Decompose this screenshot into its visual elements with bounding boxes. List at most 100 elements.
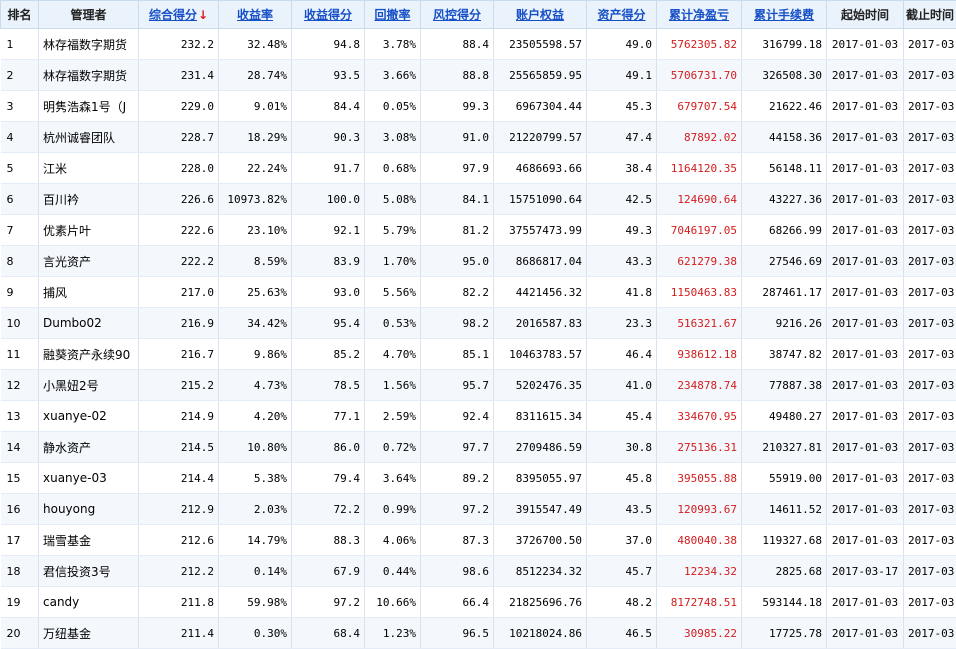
cell-composite-score: 216.9	[139, 308, 219, 339]
column-header-label[interactable]: 综合得分	[149, 8, 197, 22]
column-header-cumulative-pnl[interactable]: 累计净盈亏	[657, 1, 742, 29]
column-header-drawdown-rate[interactable]: 回撤率	[365, 1, 421, 29]
column-header-return-rate[interactable]: 收益率	[219, 1, 292, 29]
cell-drawdown-rate: 0.99%	[365, 494, 421, 525]
column-header-label[interactable]: 回撤率	[374, 8, 410, 22]
cell-drawdown-rate: 4.70%	[365, 339, 421, 370]
sort-desc-arrow-icon[interactable]: ↓	[198, 8, 208, 22]
cell-cumulative-fees: 27546.69	[742, 246, 827, 277]
cell-return-rate: 32.48%	[219, 29, 292, 60]
cell-cumulative-pnl: 7046197.05	[657, 215, 742, 246]
cell-cumulative-pnl: 87892.02	[657, 122, 742, 153]
cell-start-time: 2017-01-03	[827, 401, 904, 432]
cell-manager: Dumbo02	[39, 308, 139, 339]
column-header-label: 管理者	[70, 8, 106, 22]
cell-start-time: 2017-01-03	[827, 60, 904, 91]
cell-return-score: 93.0	[292, 277, 365, 308]
cell-return-rate: 2.03%	[219, 494, 292, 525]
cell-return-score: 92.1	[292, 215, 365, 246]
cell-cumulative-fees: 9216.26	[742, 308, 827, 339]
column-header-risk-score[interactable]: 风控得分	[421, 1, 494, 29]
ranking-table: 排名 管理者 综合得分↓ 收益率 收益得分 回撤率 风控得分 账户权益 资产得分 累计净盈亏 累计手…	[0, 0, 956, 649]
cell-asset-score: 49.0	[587, 29, 657, 60]
cell-account-equity: 4686693.66	[494, 153, 587, 184]
cell-return-rate: 25.63%	[219, 277, 292, 308]
cell-risk-score: 96.5	[421, 618, 494, 649]
cell-account-equity: 2016587.83	[494, 308, 587, 339]
column-header-account-equity[interactable]: 账户权益	[494, 1, 587, 29]
cell-risk-score: 99.3	[421, 91, 494, 122]
cell-return-rate: 18.29%	[219, 122, 292, 153]
cell-manager: 言光资产	[39, 246, 139, 277]
cell-drawdown-rate: 0.05%	[365, 91, 421, 122]
cell-cumulative-pnl: 516321.67	[657, 308, 742, 339]
cell-cumulative-pnl: 30985.22	[657, 618, 742, 649]
cell-composite-score: 211.8	[139, 587, 219, 618]
cell-end-time: 2017-03-24	[904, 184, 956, 215]
cell-cumulative-pnl: 12234.32	[657, 556, 742, 587]
cell-end-time: 2017-03-24	[904, 339, 956, 370]
cell-return-score: 68.4	[292, 618, 365, 649]
column-header-cumulative-fees[interactable]: 累计手续费	[742, 1, 827, 29]
column-header-label[interactable]: 收益率	[237, 8, 273, 22]
cell-start-time: 2017-01-03	[827, 29, 904, 60]
cell-rank: 4	[1, 122, 39, 153]
cell-asset-score: 48.2	[587, 587, 657, 618]
column-header-return-score[interactable]: 收益得分	[292, 1, 365, 29]
cell-start-time: 2017-01-03	[827, 91, 904, 122]
cell-account-equity: 21220799.57	[494, 122, 587, 153]
cell-end-time: 2017-03-24	[904, 91, 956, 122]
table-row: 14静水资产214.510.80%86.00.72%97.72709486.59…	[1, 432, 956, 463]
cell-asset-score: 38.4	[587, 153, 657, 184]
cell-composite-score: 215.2	[139, 370, 219, 401]
table-row: 13xuanye-02214.94.20%77.12.59%92.4831161…	[1, 401, 956, 432]
column-header-label[interactable]: 收益得分	[304, 8, 352, 22]
cell-risk-score: 88.4	[421, 29, 494, 60]
cell-return-score: 78.5	[292, 370, 365, 401]
cell-manager: 万纽基金	[39, 618, 139, 649]
cell-start-time: 2017-01-03	[827, 215, 904, 246]
cell-risk-score: 98.6	[421, 556, 494, 587]
cell-asset-score: 23.3	[587, 308, 657, 339]
cell-rank: 7	[1, 215, 39, 246]
cell-cumulative-pnl: 938612.18	[657, 339, 742, 370]
cell-asset-score: 47.4	[587, 122, 657, 153]
cell-rank: 17	[1, 525, 39, 556]
table-row: 10Dumbo02216.934.42%95.40.53%98.22016587…	[1, 308, 956, 339]
cell-risk-score: 95.7	[421, 370, 494, 401]
column-header-asset-score[interactable]: 资产得分	[587, 1, 657, 29]
cell-cumulative-fees: 44158.36	[742, 122, 827, 153]
cell-start-time: 2017-01-03	[827, 122, 904, 153]
cell-risk-score: 97.2	[421, 494, 494, 525]
column-header-label[interactable]: 累计手续费	[754, 8, 814, 22]
column-header-label[interactable]: 资产得分	[597, 8, 645, 22]
cell-account-equity: 10463783.57	[494, 339, 587, 370]
column-header-rank: 排名	[1, 1, 39, 29]
cell-cumulative-fees: 593144.18	[742, 587, 827, 618]
cell-start-time: 2017-01-03	[827, 339, 904, 370]
column-header-label[interactable]: 累计净盈亏	[669, 8, 729, 22]
cell-return-score: 91.7	[292, 153, 365, 184]
cell-cumulative-fees: 17725.78	[742, 618, 827, 649]
column-header-label[interactable]: 账户权益	[516, 8, 564, 22]
cell-asset-score: 37.0	[587, 525, 657, 556]
cell-asset-score: 45.8	[587, 463, 657, 494]
cell-asset-score: 45.4	[587, 401, 657, 432]
cell-manager: 静水资产	[39, 432, 139, 463]
cell-asset-score: 41.0	[587, 370, 657, 401]
cell-end-time: 2017-03-24	[904, 308, 956, 339]
cell-return-rate: 22.24%	[219, 153, 292, 184]
table-row: 20万纽基金211.40.30%68.41.23%96.510218024.86…	[1, 618, 956, 649]
cell-start-time: 2017-03-17	[827, 556, 904, 587]
column-header-composite-score[interactable]: 综合得分↓	[139, 1, 219, 29]
cell-composite-score: 228.7	[139, 122, 219, 153]
column-header-label[interactable]: 风控得分	[433, 8, 481, 22]
cell-risk-score: 97.9	[421, 153, 494, 184]
cell-return-score: 83.9	[292, 246, 365, 277]
cell-drawdown-rate: 0.53%	[365, 308, 421, 339]
cell-rank: 3	[1, 91, 39, 122]
cell-return-score: 85.2	[292, 339, 365, 370]
cell-manager: houyong	[39, 494, 139, 525]
cell-composite-score: 229.0	[139, 91, 219, 122]
cell-composite-score: 231.4	[139, 60, 219, 91]
